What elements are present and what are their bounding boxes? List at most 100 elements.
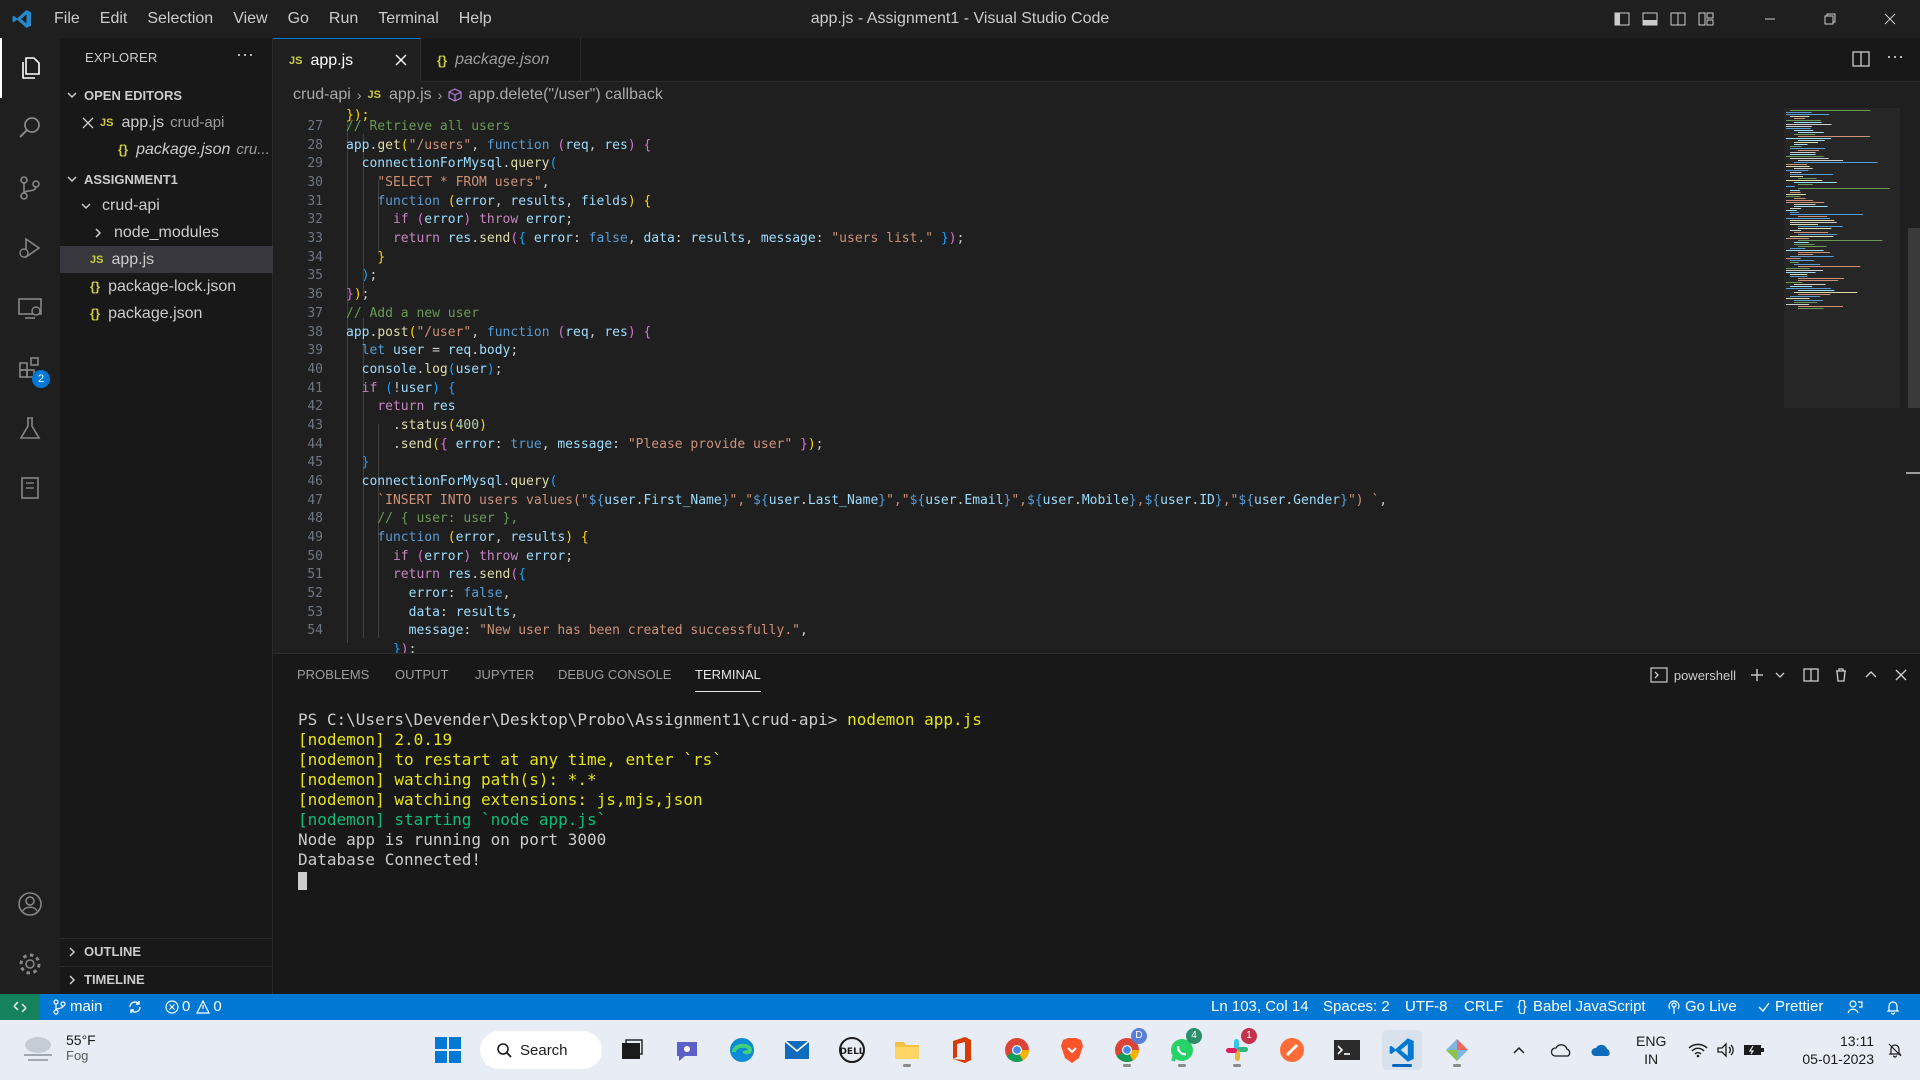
open-editors-header[interactable]: OPEN EDITORS	[60, 82, 273, 108]
volume-icon[interactable]	[1712, 1030, 1740, 1070]
taskbar-search[interactable]: Search	[480, 1031, 602, 1069]
explorer-icon[interactable]	[0, 38, 60, 98]
dell-icon[interactable]: DELL	[832, 1030, 872, 1070]
restore-icon[interactable]	[1800, 0, 1860, 38]
workspace-header[interactable]: ASSIGNMENT1	[60, 166, 273, 192]
account-icon[interactable]	[0, 874, 60, 934]
explorer-more-button[interactable]: ···	[236, 44, 254, 65]
chevron-up-icon[interactable]	[1504, 1030, 1534, 1070]
task-view-icon[interactable]	[612, 1030, 652, 1070]
mail-icon[interactable]	[777, 1030, 817, 1070]
wifi-icon[interactable]	[1684, 1030, 1712, 1070]
feedback-icon[interactable]	[1847, 994, 1863, 1020]
teams-chat-icon[interactable]	[667, 1030, 707, 1070]
brave-browser-icon[interactable]	[1052, 1030, 1092, 1070]
close-window-icon[interactable]	[1860, 0, 1920, 38]
branch-status[interactable]: main	[52, 994, 103, 1020]
extensions-icon[interactable]: 2	[0, 338, 60, 398]
split-terminal-icon[interactable]	[1796, 654, 1826, 696]
chevron-up-icon[interactable]	[1856, 654, 1886, 696]
menu-run[interactable]: Run	[319, 0, 368, 38]
chrome-icon[interactable]	[997, 1030, 1037, 1070]
tab-debug-console[interactable]: DEBUG CONSOLE	[558, 654, 671, 696]
tab-problems[interactable]: PROBLEMS	[297, 654, 369, 696]
menu-help[interactable]: Help	[449, 0, 502, 38]
terminal-cursor[interactable]	[298, 872, 307, 890]
minimize-icon[interactable]	[1740, 0, 1800, 38]
menu-terminal[interactable]: Terminal	[368, 0, 448, 38]
slack-icon[interactable]: 1	[1217, 1028, 1257, 1070]
go-live-button[interactable]: Go Live	[1667, 994, 1737, 1020]
source-control-icon[interactable]	[0, 158, 60, 218]
weather-widget[interactable]: 55°F Fog	[20, 1032, 96, 1063]
prettier-status[interactable]: Prettier	[1757, 994, 1823, 1020]
close-icon[interactable]	[60, 117, 94, 129]
remote-explorer-icon[interactable]	[0, 278, 60, 338]
breadcrumb-file[interactable]: app.js	[389, 86, 432, 104]
notebook-icon[interactable]	[0, 458, 60, 518]
clock[interactable]: 13:11 05-01-2023	[1790, 1032, 1874, 1068]
problems-status[interactable]: 0 0	[165, 994, 222, 1020]
folder-node-modules[interactable]: node_modules	[60, 219, 273, 246]
tab-package-json[interactable]: {} package.json	[421, 38, 581, 82]
open-editor-package-json[interactable]: {} package.json cru...	[60, 136, 273, 163]
onedrive-personal-icon[interactable]	[1546, 1030, 1576, 1070]
scrollbar-thumb[interactable]	[1908, 228, 1920, 408]
office-icon[interactable]	[942, 1030, 982, 1070]
testing-icon[interactable]	[0, 398, 60, 458]
line-ending[interactable]: CRLF	[1464, 994, 1503, 1020]
tab-output[interactable]: OUTPUT	[395, 654, 448, 696]
menu-edit[interactable]: Edit	[90, 0, 138, 38]
file-explorer-icon[interactable]	[887, 1030, 927, 1070]
new-terminal-plus-icon[interactable]	[1742, 654, 1772, 696]
menu-view[interactable]: View	[223, 0, 277, 38]
breadcrumb-symbol[interactable]: app.delete("/user") callback	[468, 86, 663, 104]
postman-icon[interactable]	[1272, 1030, 1312, 1070]
chevron-down-icon[interactable]	[1772, 654, 1788, 696]
run-debug-icon[interactable]	[0, 218, 60, 278]
editor-scrollbar[interactable]	[1906, 108, 1920, 653]
onedrive-icon[interactable]	[1586, 1030, 1616, 1070]
more-actions-icon[interactable]: ···	[1886, 46, 1904, 67]
toggle-sidebar-icon[interactable]	[1608, 0, 1636, 38]
toggle-secondary-sidebar-icon[interactable]	[1664, 0, 1692, 38]
file-package-json[interactable]: {} package.json	[60, 300, 273, 327]
terminal-shell-selector[interactable]: powershell	[1650, 667, 1736, 683]
encoding[interactable]: UTF-8	[1405, 994, 1448, 1020]
timeline-header[interactable]: TIMELINE	[60, 966, 273, 992]
tab-jupyter[interactable]: JUPYTER	[475, 654, 534, 696]
outline-header[interactable]: OUTLINE	[60, 938, 273, 964]
remote-indicator-icon[interactable]	[0, 994, 40, 1020]
vscode-taskbar-icon[interactable]	[1382, 1030, 1422, 1070]
folder-crud-api[interactable]: crud-api	[60, 192, 273, 219]
edge-browser-icon[interactable]	[722, 1030, 762, 1070]
input-language[interactable]: ENG IN	[1636, 1032, 1666, 1068]
code-editor[interactable]: 27 28 29 30 31 32 33 34 35 36 37 38 39 40 41 42 43 44 45 46…	[273, 108, 1920, 653]
search-icon[interactable]	[0, 98, 60, 158]
breadcrumb-folder[interactable]: crud-api	[293, 86, 351, 104]
battery-charging-icon[interactable]	[1740, 1030, 1768, 1070]
windows-start-icon[interactable]	[428, 1030, 468, 1070]
settings-gear-icon[interactable]	[0, 934, 60, 994]
file-app-js[interactable]: JS app.js	[60, 246, 273, 273]
open-editor-app-js[interactable]: JS app.js crud-api	[60, 109, 273, 136]
trash-icon[interactable]	[1826, 654, 1856, 696]
chrome-profile-icon[interactable]: D	[1107, 1028, 1147, 1070]
language-mode[interactable]: {} Babel JavaScript	[1517, 994, 1646, 1020]
file-package-lock-json[interactable]: {} package-lock.json	[60, 273, 273, 300]
menu-selection[interactable]: Selection	[137, 0, 223, 38]
indentation[interactable]: Spaces: 2	[1323, 994, 1390, 1020]
split-editor-icon[interactable]	[1852, 50, 1870, 73]
cursor-position[interactable]: Ln 103, Col 14	[1211, 994, 1309, 1020]
sync-icon[interactable]	[127, 994, 143, 1020]
menu-go[interactable]: Go	[278, 0, 319, 38]
notifications-bell-icon[interactable]	[1885, 994, 1901, 1020]
close-icon[interactable]	[392, 51, 410, 69]
minimap[interactable]	[1784, 108, 1900, 653]
customize-layout-icon[interactable]	[1692, 0, 1720, 38]
close-panel-icon[interactable]	[1886, 654, 1916, 696]
notification-center-icon[interactable]	[1880, 1030, 1910, 1070]
tab-terminal[interactable]: TERMINAL	[695, 654, 761, 692]
menu-file[interactable]: File	[44, 0, 90, 38]
git-app-icon[interactable]	[1437, 1030, 1477, 1070]
